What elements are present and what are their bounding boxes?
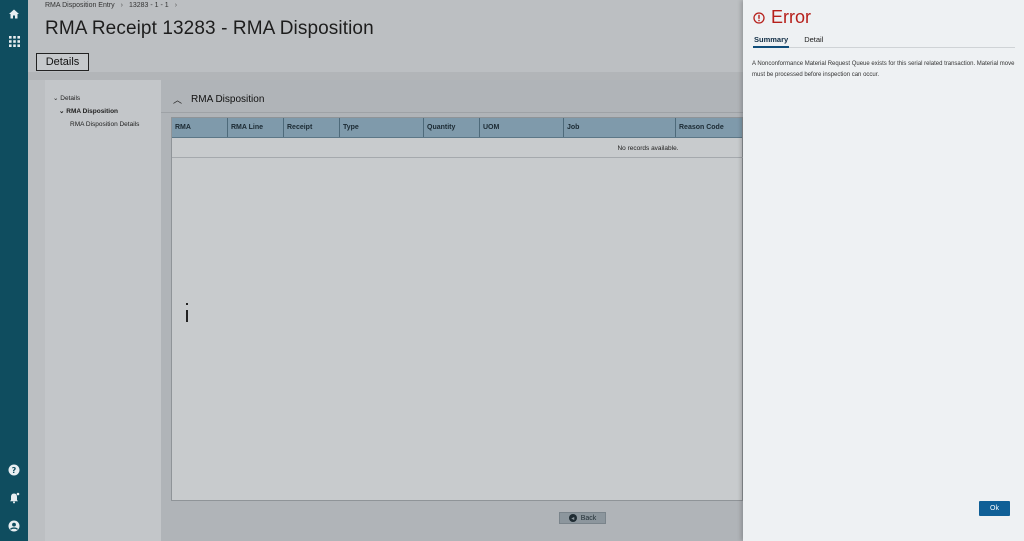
breadcrumb-item[interactable]: RMA Disposition Entry [45, 2, 115, 9]
home-icon[interactable] [6, 6, 22, 22]
chevron-up-icon[interactable]: ︿ [173, 93, 182, 106]
column-header[interactable]: Reason Code [676, 118, 742, 137]
arrow-left-icon: ◂ [568, 514, 577, 522]
user-icon[interactable] [6, 518, 22, 534]
column-header[interactable]: Type [340, 118, 424, 137]
back-button[interactable]: ◂ Back [559, 512, 606, 524]
side-rail: ? [0, 0, 28, 541]
chevron-down-icon: ⌄ [59, 108, 65, 115]
tab-details[interactable]: Details [36, 53, 89, 71]
column-header[interactable]: Receipt [284, 118, 340, 137]
panel-header[interactable]: ︿ RMA Disposition [161, 87, 743, 111]
grid-header: RMA RMA Line Receipt Type Quantity UOM J… [172, 118, 742, 138]
navigation-tree: ⌄ Details ⌄ RMA Disposition RMA Disposit… [45, 80, 161, 541]
splitter-handle[interactable] [186, 303, 188, 305]
column-header[interactable]: UOM [480, 118, 564, 137]
breadcrumb-separator: › [120, 2, 123, 9]
column-header[interactable]: Quantity [424, 118, 480, 137]
svg-text:?: ? [12, 466, 17, 475]
tree-node-label: Details [60, 95, 81, 102]
column-header[interactable]: RMA [172, 118, 228, 137]
notifications-icon[interactable] [6, 490, 22, 506]
error-title: Error [771, 7, 811, 27]
alert-circle-icon [753, 11, 765, 24]
tree-node-rma-disposition[interactable]: ⌄ RMA Disposition [59, 107, 118, 115]
breadcrumb-item[interactable]: 13283 - 1 - 1 [129, 2, 169, 9]
column-header[interactable]: RMA Line [228, 118, 284, 137]
chevron-down-icon: ⌄ [53, 95, 59, 102]
error-header: Error [753, 7, 811, 28]
tree-node-label: RMA Disposition Details [70, 121, 140, 128]
back-button-label: Back [580, 514, 597, 522]
panel-title: RMA Disposition [191, 93, 265, 105]
band-divider [28, 72, 743, 80]
help-icon[interactable]: ? [6, 462, 22, 478]
error-message: A Nonconformance Material Request Queue … [752, 61, 1015, 78]
tree-node-details[interactable]: ⌄ Details [53, 94, 80, 102]
ok-button[interactable]: Ok [979, 501, 1010, 516]
tree-node-rma-disposition-details[interactable]: RMA Disposition Details [70, 121, 139, 128]
divider [161, 112, 743, 113]
empty-state: No records available. [172, 140, 744, 158]
breadcrumb-separator: › [174, 2, 178, 9]
tab-detail[interactable]: Detail [803, 35, 824, 48]
app-content: RMA Disposition Entry › 13283 - 1 - 1 › … [28, 0, 744, 541]
rma-disposition-grid: RMA RMA Line Receipt Type Quantity UOM J… [171, 117, 744, 501]
splitter-handle[interactable] [186, 310, 188, 322]
column-header[interactable]: Job [564, 118, 676, 137]
breadcrumb: RMA Disposition Entry › 13283 - 1 - 1 › [45, 2, 177, 9]
error-tabs: Summary Detail [753, 35, 1015, 48]
page-title: RMA Receipt 13283 - RMA Disposition [45, 18, 374, 39]
tab-summary[interactable]: Summary [753, 35, 790, 48]
tree-node-label: RMA Disposition [66, 108, 119, 115]
apps-grid-icon[interactable] [6, 33, 22, 49]
error-flyout: Error Summary Detail A Nonconformance Ma… [743, 0, 1024, 541]
rma-disposition-panel: ︿ RMA Disposition RMA RMA Line Receipt T… [161, 80, 744, 541]
